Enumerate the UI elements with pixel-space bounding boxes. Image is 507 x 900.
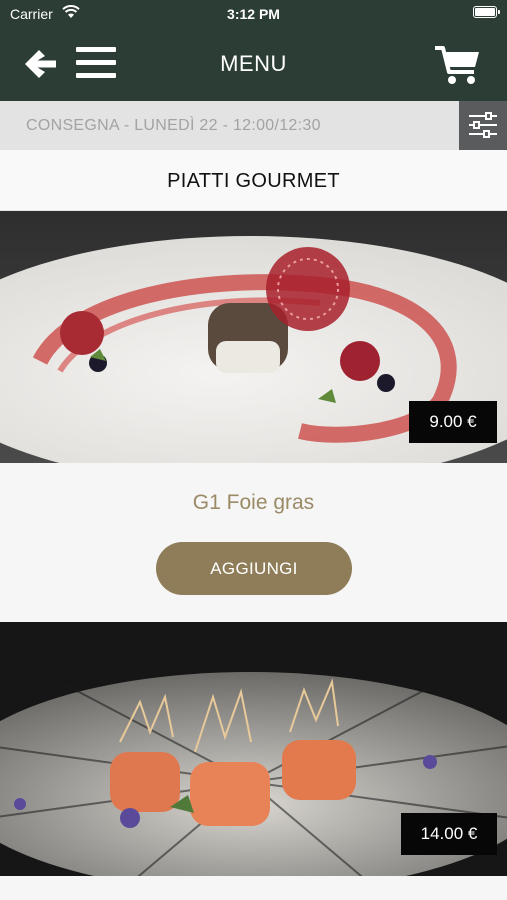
price-badge: 9.00 €	[409, 401, 497, 443]
add-to-cart-button[interactable]: AGGIUNGI	[156, 542, 352, 595]
sliders-icon	[469, 112, 497, 138]
product-name: G1 Foie gras	[192, 491, 315, 514]
battery-icon	[473, 6, 500, 18]
back-arrow-icon[interactable]	[22, 46, 58, 82]
filter-button[interactable]	[459, 101, 507, 150]
delivery-slot-bar[interactable]: CONSEGNA - LUNEDÌ 22 - 12:00/12:30	[0, 101, 459, 150]
cart-icon[interactable]	[434, 44, 480, 86]
status-bar: Carrier 3:12 PM	[0, 0, 507, 30]
category-title: PIATTI GOURMET	[167, 170, 340, 192]
clock: 3:12 PM	[227, 6, 280, 22]
price-badge: 14.00 €	[401, 813, 497, 855]
category-header: PIATTI GOURMET	[0, 150, 507, 211]
top-bar: Carrier 3:12 PM MENU	[0, 0, 507, 101]
delivery-slot-label: CONSEGNA - LUNEDÌ 22 - 12:00/12:30	[26, 117, 321, 134]
hamburger-menu-icon[interactable]	[76, 47, 116, 81]
